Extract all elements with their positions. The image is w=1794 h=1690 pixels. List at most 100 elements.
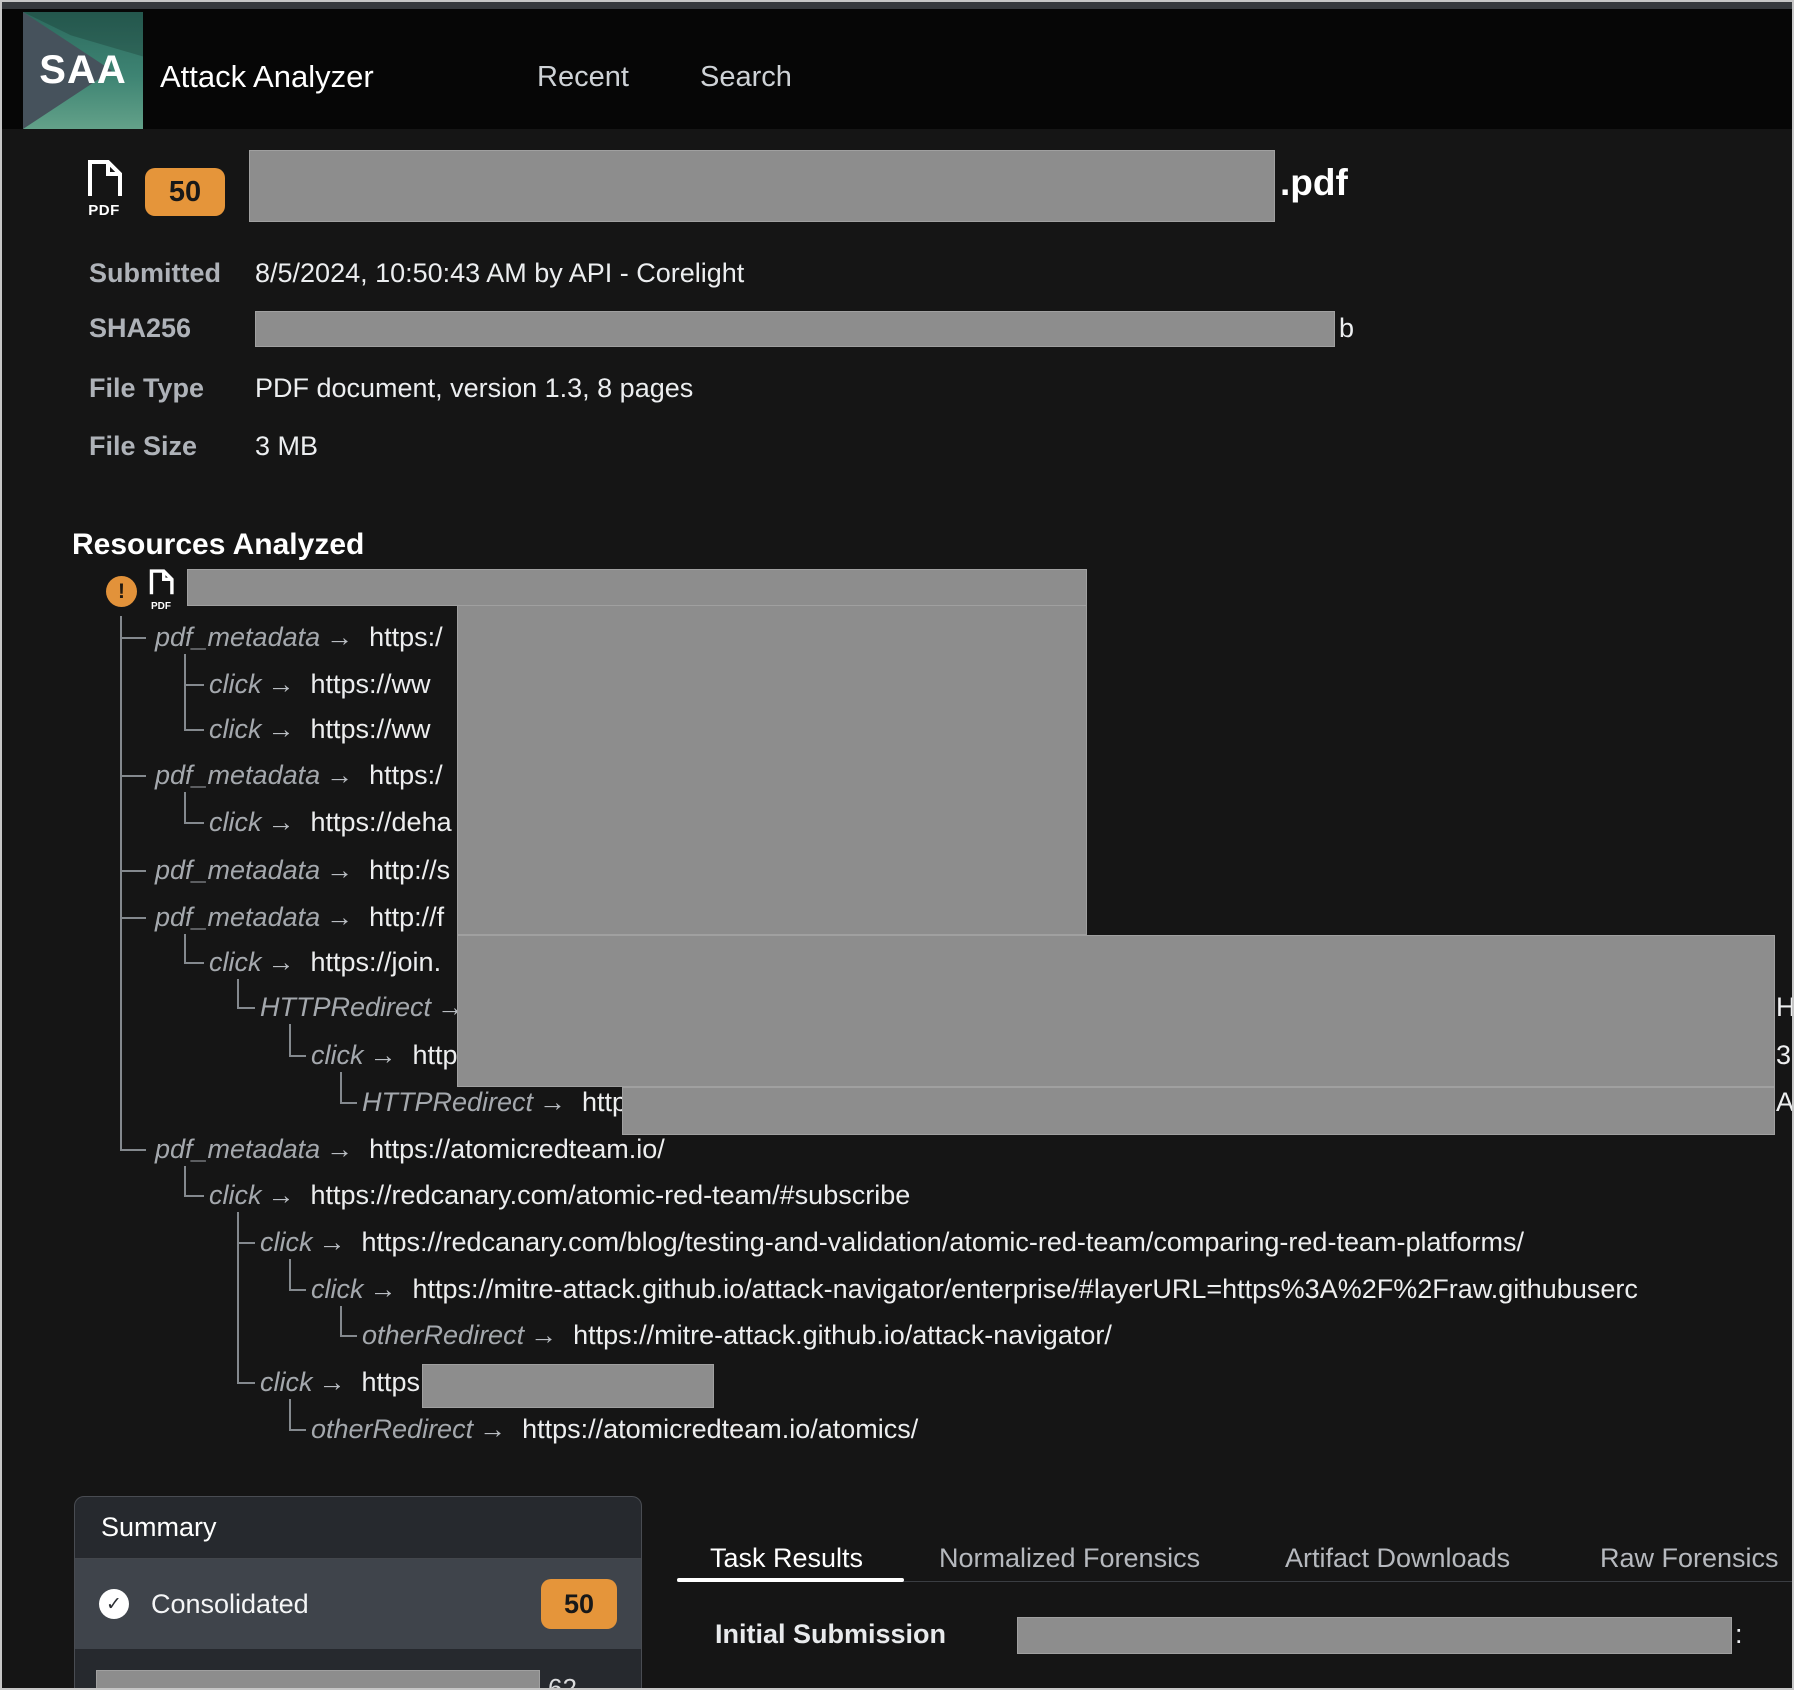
redacted-initial-submission xyxy=(1017,1617,1732,1654)
tree-tick xyxy=(184,962,204,964)
tree-tick xyxy=(184,1195,204,1197)
resource-url[interactable]: https://join. xyxy=(311,947,442,977)
edge-type-label: pdf_metadata xyxy=(155,622,320,652)
resource-url[interactable]: https://deha xyxy=(311,807,452,837)
arrow-icon: → xyxy=(326,902,353,932)
arrow-icon: → xyxy=(268,807,295,837)
tree-tick xyxy=(237,1382,255,1384)
app-logo[interactable]: SAA xyxy=(23,12,143,129)
resource-row: otherRedirect→https://mitre-attack.githu… xyxy=(362,1315,1112,1355)
summary-score-badge: 50 xyxy=(541,1579,617,1629)
tab-normalized-forensics[interactable]: Normalized Forensics xyxy=(939,1543,1200,1574)
arrow-icon: → xyxy=(370,1040,397,1070)
resource-row: click→ https://mitre-attack.github.io/att… xyxy=(311,1269,1638,1309)
resource-url[interactable]: https:/ xyxy=(369,622,443,652)
sha256-label: SHA256 xyxy=(89,313,191,344)
resource-url[interactable]: https://ww xyxy=(311,714,431,744)
edge-type-label: HTTPRedirect xyxy=(362,1087,533,1117)
score-badge: 50 xyxy=(145,168,225,216)
tree-line xyxy=(340,1306,342,1335)
redacted-region xyxy=(422,1364,714,1408)
logo-text: SAA xyxy=(23,12,143,129)
resource-row: pdf_metadata→http://s xyxy=(155,850,450,890)
resource-url[interactable]: https://mitre-attack.github.io/attack-na… xyxy=(413,1274,1638,1304)
warning-icon: ! xyxy=(106,576,137,607)
resource-row: pdf_metadata→https:/ xyxy=(155,617,443,657)
resource-row: pdf_metadata→https:/ xyxy=(155,755,443,795)
resource-url[interactable]: http://f xyxy=(369,902,444,932)
tree-tick xyxy=(120,637,146,639)
edge-type-label: click xyxy=(311,1274,364,1304)
top-border-strip xyxy=(2,2,1792,9)
arrow-icon: → xyxy=(326,760,353,790)
tab-task-results[interactable]: Task Results xyxy=(710,1543,863,1574)
resource-url[interactable]: http xyxy=(582,1087,627,1117)
tab-artifact-downloads[interactable]: Artifact Downloads xyxy=(1285,1543,1510,1574)
redacted-region xyxy=(457,605,1087,935)
tree-tick xyxy=(289,1429,306,1431)
resource-url[interactable]: http xyxy=(413,1040,458,1070)
nav-search[interactable]: Search xyxy=(700,61,792,94)
resource-row: otherRedirect→https://atomicredteam.io/a… xyxy=(311,1409,918,1449)
tree-tick xyxy=(289,1289,306,1291)
redacted-summary-item xyxy=(96,1670,540,1690)
pdf-file-glyph-small xyxy=(146,568,176,596)
tree-tick xyxy=(184,822,204,824)
pdf-file-icon-small-caption: PDF xyxy=(144,601,178,612)
edge-type-label: click xyxy=(260,1367,313,1397)
submitted-value: 8/5/2024, 10:50:43 AM by API - Corelight xyxy=(255,258,744,289)
arrow-icon: → xyxy=(319,1227,346,1257)
edge-type-label: pdf_metadata xyxy=(155,1134,320,1164)
resource-url[interactable]: http://s xyxy=(369,855,450,885)
resource-row: click→https://redcanary.com/atomic-red-t… xyxy=(209,1175,910,1215)
tree-line xyxy=(184,934,186,962)
edge-type-label: click xyxy=(311,1040,364,1070)
arrow-icon: → xyxy=(268,947,295,977)
resource-url[interactable]: https:/ xyxy=(369,760,443,790)
arrow-icon: → xyxy=(326,855,353,885)
nav-recent[interactable]: Recent xyxy=(537,61,629,94)
arrow-icon: → xyxy=(370,1274,397,1304)
tree-line xyxy=(289,1024,291,1055)
tree-tick xyxy=(184,729,204,731)
resource-row: HTTPRedirect→ xyxy=(260,987,480,1027)
resource-row: click→https://ww xyxy=(209,664,431,704)
edge-type-label: otherRedirect xyxy=(311,1414,473,1444)
summary-item-consolidated[interactable]: ✓ Consolidated 50 xyxy=(75,1559,641,1649)
edge-type-label: click xyxy=(260,1227,313,1257)
submitted-label: Submitted xyxy=(89,258,221,289)
arrow-icon: → xyxy=(268,669,295,699)
check-icon: ✓ xyxy=(99,1589,129,1619)
edge-type-label: click xyxy=(209,1180,262,1210)
page-title: Attack Analyzer xyxy=(160,59,374,95)
clipped-url-character: A xyxy=(1776,1082,1794,1122)
file-type-value: PDF document, version 1.3, 8 pages xyxy=(255,373,693,404)
tree-line xyxy=(120,616,122,1149)
topbar: SAA Attack Analyzer Recent Search xyxy=(2,9,1792,129)
file-size-value: 3 MB xyxy=(255,431,318,462)
tab-raw-forensics[interactable]: Raw Forensics xyxy=(1600,1543,1779,1574)
initial-submission-clipped-character: : xyxy=(1735,1619,1743,1650)
tree-line xyxy=(237,979,239,1007)
resource-url[interactable]: https://ww xyxy=(311,669,431,699)
resource-url[interactable]: https xyxy=(362,1367,421,1397)
arrow-icon: → xyxy=(268,714,295,744)
resource-url[interactable]: https://atomicredteam.io/ xyxy=(369,1134,665,1164)
edge-type-label: pdf_metadata xyxy=(155,902,320,932)
tree-tick xyxy=(289,1055,306,1057)
resource-url[interactable]: https://redcanary.com/atomic-red-team/#s… xyxy=(311,1180,911,1210)
tree-line xyxy=(184,1166,186,1195)
tree-tick xyxy=(120,917,146,919)
redacted-region xyxy=(457,935,1775,1087)
tree-tick xyxy=(340,1335,357,1337)
resource-url[interactable]: https://atomicredteam.io/atomics/ xyxy=(522,1414,918,1444)
tree-tick xyxy=(237,1007,255,1009)
resource-url[interactable]: https://mitre-attack.github.io/attack-na… xyxy=(573,1320,1112,1350)
redacted-region xyxy=(622,1087,1775,1135)
resource-row: click→ http xyxy=(311,1035,458,1075)
resource-url[interactable]: https://redcanary.com/blog/testing-and-v… xyxy=(362,1227,1525,1257)
summary-panel: Summary ✓ Consolidated 50 62... xyxy=(74,1496,642,1690)
arrow-icon: → xyxy=(326,1134,353,1164)
tree-line xyxy=(184,654,186,729)
tree-line xyxy=(184,792,186,822)
